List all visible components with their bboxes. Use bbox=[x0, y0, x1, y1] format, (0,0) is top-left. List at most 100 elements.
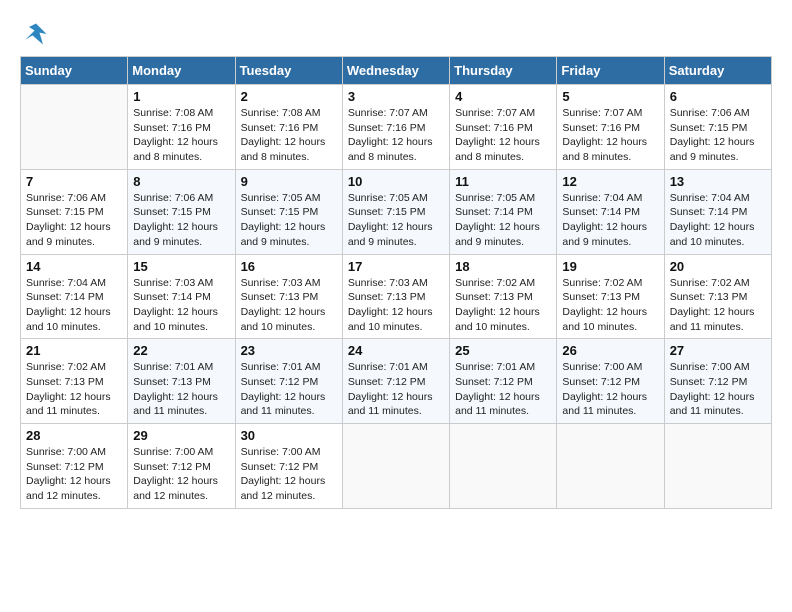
calendar-cell: 11Sunrise: 7:05 AM Sunset: 7:14 PM Dayli… bbox=[450, 169, 557, 254]
calendar-cell: 22 Sunrise: 7:01 AM Sunset: 7:13 PM Dayli… bbox=[128, 339, 235, 424]
day-number: 19 bbox=[562, 259, 658, 274]
day-info: Sunrise: 7:00 AM Sunset: 7:12 PM Dayligh… bbox=[133, 445, 229, 504]
calendar-cell: 5 Sunrise: 7:07 AM Sunset: 7:16 PM Daylig… bbox=[557, 85, 664, 170]
day-number: 30 bbox=[241, 428, 337, 443]
day-number: 4 bbox=[455, 89, 551, 104]
calendar-week-row: 28 Sunrise: 7:00 AM Sunset: 7:12 PM Dayli… bbox=[21, 424, 772, 509]
day-info: Sunrise: 7:02 AM Sunset: 7:13 PM Dayligh… bbox=[670, 276, 766, 335]
day-number: 2 bbox=[241, 89, 337, 104]
day-number: 12 bbox=[562, 174, 658, 189]
day-info: Sunrise: 7:07 AM Sunset: 7:16 PM Dayligh… bbox=[455, 106, 551, 165]
calendar-cell: 7 Sunrise: 7:06 AM Sunset: 7:15 PM Daylig… bbox=[21, 169, 128, 254]
calendar-cell bbox=[450, 424, 557, 509]
day-number: 13 bbox=[670, 174, 766, 189]
day-number: 21 bbox=[26, 343, 122, 358]
calendar-cell: 16 Sunrise: 7:03 AM Sunset: 7:13 PM Dayli… bbox=[235, 254, 342, 339]
day-number: 25 bbox=[455, 343, 551, 358]
weekday-header-friday: Friday bbox=[557, 57, 664, 85]
calendar-cell bbox=[21, 85, 128, 170]
calendar-cell: 6 Sunrise: 7:06 AM Sunset: 7:15 PM Daylig… bbox=[664, 85, 771, 170]
weekday-header-monday: Monday bbox=[128, 57, 235, 85]
day-info: Sunrise: 7:04 AM Sunset: 7:14 PM Dayligh… bbox=[562, 191, 658, 250]
day-info: Sunrise: 7:03 AM Sunset: 7:13 PM Dayligh… bbox=[241, 276, 337, 335]
calendar-cell: 14 Sunrise: 7:04 AM Sunset: 7:14 PM Dayli… bbox=[21, 254, 128, 339]
weekday-header-tuesday: Tuesday bbox=[235, 57, 342, 85]
day-number: 14 bbox=[26, 259, 122, 274]
calendar-cell: 10 Sunrise: 7:05 AM Sunset: 7:15 PM Dayli… bbox=[342, 169, 449, 254]
calendar-cell: 17Sunrise: 7:03 AM Sunset: 7:13 PM Dayli… bbox=[342, 254, 449, 339]
calendar-cell: 3Sunrise: 7:07 AM Sunset: 7:16 PM Daylig… bbox=[342, 85, 449, 170]
calendar-cell: 27 Sunrise: 7:00 AM Sunset: 7:12 PM Dayli… bbox=[664, 339, 771, 424]
calendar-cell: 25 Sunrise: 7:01 AM Sunset: 7:12 PM Dayli… bbox=[450, 339, 557, 424]
calendar-cell: 2 Sunrise: 7:08 AM Sunset: 7:16 PM Daylig… bbox=[235, 85, 342, 170]
day-info: Sunrise: 7:02 AM Sunset: 7:13 PM Dayligh… bbox=[562, 276, 658, 335]
weekday-header-saturday: Saturday bbox=[664, 57, 771, 85]
day-info: Sunrise: 7:08 AM Sunset: 7:16 PM Dayligh… bbox=[241, 106, 337, 165]
day-info: Sunrise: 7:02 AM Sunset: 7:13 PM Dayligh… bbox=[455, 276, 551, 335]
day-number: 6 bbox=[670, 89, 766, 104]
day-info: Sunrise: 7:00 AM Sunset: 7:12 PM Dayligh… bbox=[562, 360, 658, 419]
calendar-cell: 1Sunrise: 7:08 AM Sunset: 7:16 PM Daylig… bbox=[128, 85, 235, 170]
calendar-cell: 15 Sunrise: 7:03 AM Sunset: 7:14 PM Dayli… bbox=[128, 254, 235, 339]
day-info: Sunrise: 7:03 AM Sunset: 7:14 PM Dayligh… bbox=[133, 276, 229, 335]
calendar-cell bbox=[342, 424, 449, 509]
weekday-header-wednesday: Wednesday bbox=[342, 57, 449, 85]
calendar-cell: 26 Sunrise: 7:00 AM Sunset: 7:12 PM Dayli… bbox=[557, 339, 664, 424]
calendar-cell: 21 Sunrise: 7:02 AM Sunset: 7:13 PM Dayli… bbox=[21, 339, 128, 424]
day-info: Sunrise: 7:04 AM Sunset: 7:14 PM Dayligh… bbox=[670, 191, 766, 250]
day-info: Sunrise: 7:07 AM Sunset: 7:16 PM Dayligh… bbox=[562, 106, 658, 165]
day-info: Sunrise: 7:00 AM Sunset: 7:12 PM Dayligh… bbox=[241, 445, 337, 504]
day-info: Sunrise: 7:01 AM Sunset: 7:12 PM Dayligh… bbox=[348, 360, 444, 419]
day-info: Sunrise: 7:02 AM Sunset: 7:13 PM Dayligh… bbox=[26, 360, 122, 419]
calendar-cell: 24 Sunrise: 7:01 AM Sunset: 7:12 PM Dayli… bbox=[342, 339, 449, 424]
day-info: Sunrise: 7:03 AM Sunset: 7:13 PM Dayligh… bbox=[348, 276, 444, 335]
day-number: 9 bbox=[241, 174, 337, 189]
calendar-cell: 28 Sunrise: 7:00 AM Sunset: 7:12 PM Dayli… bbox=[21, 424, 128, 509]
day-info: Sunrise: 7:08 AM Sunset: 7:16 PM Dayligh… bbox=[133, 106, 229, 165]
day-number: 5 bbox=[562, 89, 658, 104]
day-info: Sunrise: 7:05 AM Sunset: 7:15 PM Dayligh… bbox=[348, 191, 444, 250]
calendar-week-row: 7 Sunrise: 7:06 AM Sunset: 7:15 PM Daylig… bbox=[21, 169, 772, 254]
day-info: Sunrise: 7:06 AM Sunset: 7:15 PM Dayligh… bbox=[670, 106, 766, 165]
day-number: 29 bbox=[133, 428, 229, 443]
calendar-cell: 13 Sunrise: 7:04 AM Sunset: 7:14 PM Dayli… bbox=[664, 169, 771, 254]
calendar-cell: 9 Sunrise: 7:05 AM Sunset: 7:15 PM Daylig… bbox=[235, 169, 342, 254]
day-number: 26 bbox=[562, 343, 658, 358]
logo bbox=[20, 20, 50, 48]
day-info: Sunrise: 7:00 AM Sunset: 7:12 PM Dayligh… bbox=[26, 445, 122, 504]
day-info: Sunrise: 7:00 AM Sunset: 7:12 PM Dayligh… bbox=[670, 360, 766, 419]
calendar-table: SundayMondayTuesdayWednesdayThursdayFrid… bbox=[20, 56, 772, 509]
calendar-cell: 23 Sunrise: 7:01 AM Sunset: 7:12 PM Dayli… bbox=[235, 339, 342, 424]
calendar-cell: 18 Sunrise: 7:02 AM Sunset: 7:13 PM Dayli… bbox=[450, 254, 557, 339]
day-info: Sunrise: 7:07 AM Sunset: 7:16 PM Dayligh… bbox=[348, 106, 444, 165]
day-number: 8 bbox=[133, 174, 229, 189]
day-number: 24 bbox=[348, 343, 444, 358]
calendar-header-row: SundayMondayTuesdayWednesdayThursdayFrid… bbox=[21, 57, 772, 85]
day-number: 15 bbox=[133, 259, 229, 274]
calendar-cell bbox=[557, 424, 664, 509]
weekday-header-thursday: Thursday bbox=[450, 57, 557, 85]
calendar-cell: 29 Sunrise: 7:00 AM Sunset: 7:12 PM Dayli… bbox=[128, 424, 235, 509]
day-number: 18 bbox=[455, 259, 551, 274]
day-number: 7 bbox=[26, 174, 122, 189]
page-header bbox=[20, 20, 772, 48]
day-info: Sunrise: 7:01 AM Sunset: 7:12 PM Dayligh… bbox=[455, 360, 551, 419]
day-number: 20 bbox=[670, 259, 766, 274]
day-number: 28 bbox=[26, 428, 122, 443]
calendar-cell bbox=[664, 424, 771, 509]
day-number: 16 bbox=[241, 259, 337, 274]
day-info: Sunrise: 7:05 AM Sunset: 7:15 PM Dayligh… bbox=[241, 191, 337, 250]
calendar-cell: 4 Sunrise: 7:07 AM Sunset: 7:16 PM Daylig… bbox=[450, 85, 557, 170]
calendar-cell: 30 Sunrise: 7:00 AM Sunset: 7:12 PM Dayli… bbox=[235, 424, 342, 509]
day-number: 22 bbox=[133, 343, 229, 358]
day-info: Sunrise: 7:04 AM Sunset: 7:14 PM Dayligh… bbox=[26, 276, 122, 335]
day-number: 10 bbox=[348, 174, 444, 189]
calendar-cell: 19 Sunrise: 7:02 AM Sunset: 7:13 PM Dayli… bbox=[557, 254, 664, 339]
day-info: Sunrise: 7:06 AM Sunset: 7:15 PM Dayligh… bbox=[26, 191, 122, 250]
day-info: Sunrise: 7:01 AM Sunset: 7:12 PM Dayligh… bbox=[241, 360, 337, 419]
calendar-cell: 12 Sunrise: 7:04 AM Sunset: 7:14 PM Dayli… bbox=[557, 169, 664, 254]
day-number: 23 bbox=[241, 343, 337, 358]
day-info: Sunrise: 7:05 AM Sunset: 7:14 PM Dayligh… bbox=[455, 191, 551, 250]
day-number: 27 bbox=[670, 343, 766, 358]
day-info: Sunrise: 7:01 AM Sunset: 7:13 PM Dayligh… bbox=[133, 360, 229, 419]
